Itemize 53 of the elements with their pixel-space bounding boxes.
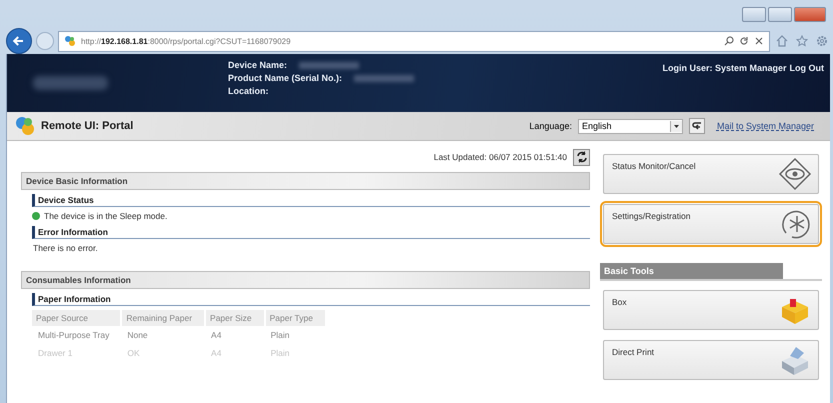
menu-button[interactable]: Direct Print (603, 340, 819, 380)
blurred-value (354, 74, 414, 82)
search-icon[interactable] (724, 36, 734, 46)
language-select[interactable]: English (578, 118, 683, 134)
close-button[interactable] (794, 6, 826, 22)
status-dot (32, 212, 40, 220)
apply-button[interactable] (688, 118, 705, 134)
minimize-button[interactable] (742, 6, 766, 22)
back-button[interactable] (6, 28, 32, 54)
last-updated: Last Updated: 06/07 2015 01:51:40 (434, 152, 567, 162)
table-cell: Plain (264, 326, 326, 344)
table-cell: None (121, 326, 206, 344)
menu-button[interactable]: Status Monitor/Cancel (603, 154, 819, 194)
close-icon[interactable] (754, 36, 764, 46)
column-header: Paper Source (32, 310, 122, 326)
section-header: Consumables Information (21, 271, 590, 289)
table-cell-text: Drawer 1 (37, 347, 74, 360)
header-label: Location: (228, 85, 268, 97)
table-cell: A4 (205, 326, 265, 344)
eye-icon (778, 157, 812, 191)
column-header: Paper Type (264, 310, 326, 326)
maximize-button[interactable] (768, 6, 792, 22)
address-bar[interactable]: http://192.168.1.81:8000/rps/portal.cgi?CSUT=1168079029 (58, 30, 770, 52)
refresh-icon (576, 151, 588, 163)
table-cell: Multi-Purpose Tray (32, 326, 122, 344)
section-header: Device Basic Information (21, 172, 590, 190)
return-arrow-icon (690, 120, 703, 132)
refresh-icon[interactable] (739, 36, 749, 46)
refresh-button[interactable] (573, 148, 590, 166)
status-text: There is no error. (32, 243, 98, 253)
subsection-header: Error Information (32, 226, 590, 239)
blurred-value (299, 62, 360, 68)
url-text: http://192.168.1.81:8000/rps/portal.cgi?CSUT=1168079029 (81, 36, 292, 46)
star-icon[interactable] (796, 35, 808, 47)
table-cell-text: OK (126, 347, 141, 360)
login-user: Login User: System Manager (662, 63, 786, 73)
column-header: Paper Size (205, 310, 265, 326)
header-label: Product Name (Serial No.): (228, 72, 342, 84)
portal-icon (15, 116, 35, 136)
table-cell-text: Plain (270, 347, 291, 360)
menu-button[interactable]: Box (603, 290, 819, 330)
mail-link[interactable]: Mail to System Manager (716, 121, 814, 131)
page-title: Remote UI: Portal (41, 120, 134, 132)
status-text: The device is in the Sleep mode. (43, 211, 168, 221)
header-label: Device Name: (228, 59, 288, 71)
logout-link[interactable]: Log Out (790, 63, 824, 73)
table-cell-text: A4 (210, 347, 222, 360)
site-icon (64, 35, 76, 47)
subsection-header: Device Status (32, 194, 590, 207)
subsection-header: Paper Information (32, 293, 590, 306)
column-header: Remaining Paper (121, 310, 206, 326)
language-label: Language: (529, 121, 572, 131)
menu-button[interactable]: Settings/Registration (603, 204, 819, 244)
